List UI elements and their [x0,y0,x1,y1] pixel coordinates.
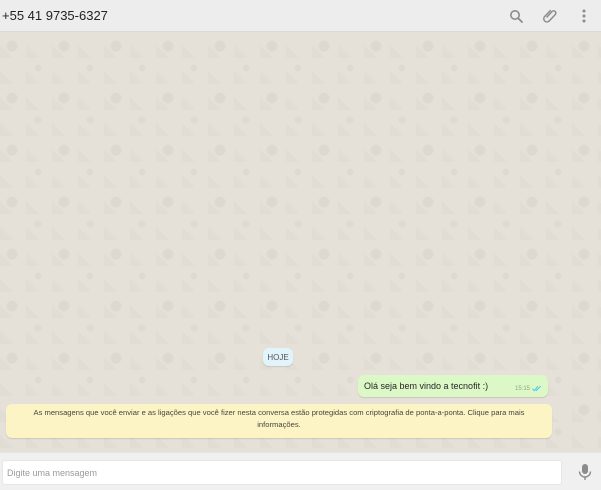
message-input-container [2,460,562,485]
date-divider: HOJE [263,348,293,366]
outgoing-message[interactable]: Olá seja bem vindo a tecnofit :) 15:15 [358,375,548,397]
whatsapp-chat-window: +55 41 9735-6327 HOJE Olá seja bem vindo… [0,0,601,490]
message-input[interactable] [3,461,561,484]
contact-name[interactable]: +55 41 9735-6327 [2,8,108,23]
message-time: 15:15 [514,385,530,392]
encryption-notice[interactable]: As mensagens que você enviar e as ligaçõ… [6,404,552,438]
message-meta: 15:15 [515,385,542,392]
attach-icon[interactable] [539,5,561,27]
microphone-icon[interactable] [577,463,593,481]
message-text: Olá seja bem vindo a tecnofit :) [364,381,489,391]
menu-icon[interactable] [573,5,595,27]
message-area[interactable]: HOJE Olá seja bem vindo a tecnofit :) 15… [0,32,601,452]
search-icon[interactable] [505,5,527,27]
message-composer [0,452,601,490]
chat-header: +55 41 9735-6327 [0,0,601,32]
header-actions [505,5,595,27]
double-check-icon [532,385,541,392]
